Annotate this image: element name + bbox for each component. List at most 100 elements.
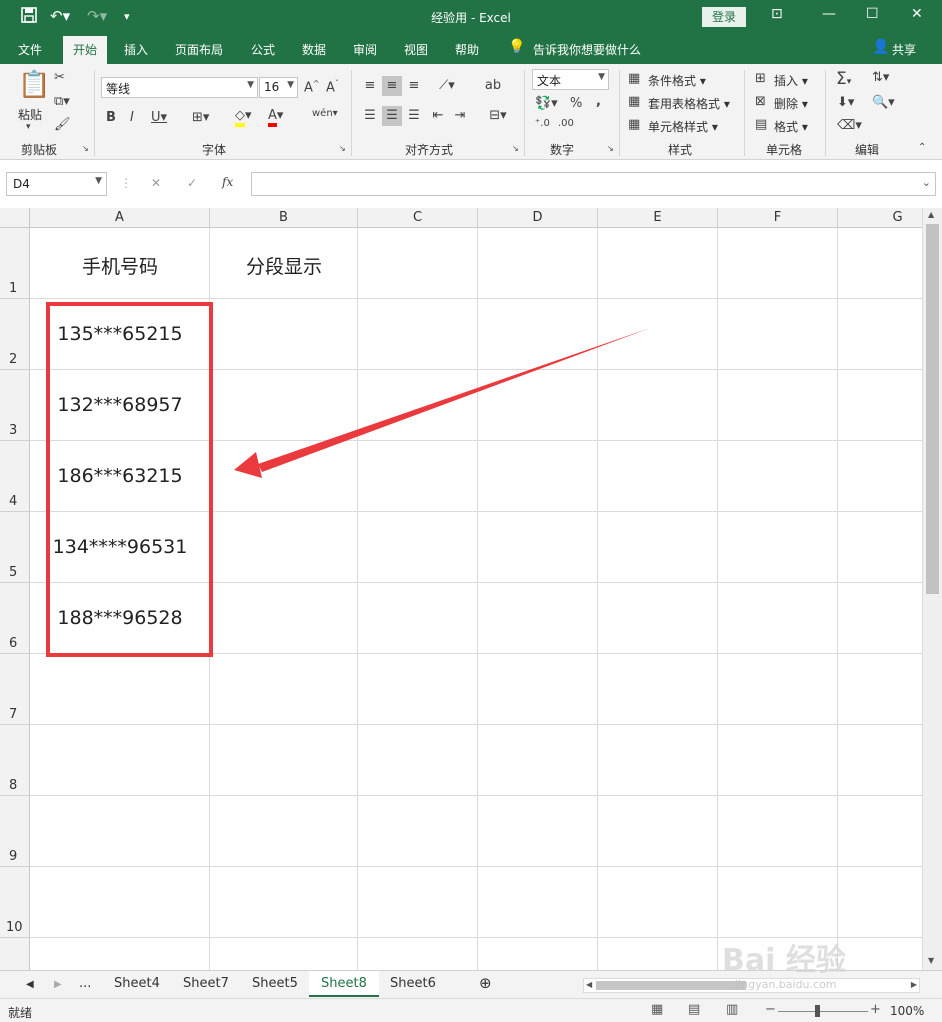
decrease-indent-icon[interactable]: ⇤ (428, 106, 448, 126)
align-middle-icon[interactable]: ≡ (382, 76, 402, 96)
zoom-in-icon[interactable]: + (870, 1002, 881, 1017)
clipboard-launcher-icon[interactable]: ↘ (82, 144, 89, 153)
number-launcher-icon[interactable]: ↘ (607, 144, 614, 153)
tab-page-layout[interactable]: 页面布局 (175, 41, 223, 58)
cancel-icon[interactable]: ✕ (151, 176, 161, 190)
tell-me-search[interactable]: 告诉我你想要做什么 (533, 41, 641, 58)
paste-dropdown-icon[interactable]: ▾ (26, 122, 31, 132)
formula-input[interactable]: ⌄ (251, 172, 936, 196)
phonetic-icon[interactable]: wén▾ (312, 108, 338, 119)
merge-center-icon[interactable]: ⊟▾ (483, 106, 513, 126)
login-button[interactable]: 登录 (702, 7, 746, 27)
group-label-clipboard: 剪贴板 (21, 143, 58, 157)
paste-button[interactable]: 粘贴 (18, 106, 42, 123)
horizontal-scroll-thumb[interactable] (596, 981, 746, 990)
prev-sheet-icon[interactable]: ◀ (26, 979, 34, 990)
insert-cells-button[interactable]: 插入 ▾ (774, 72, 808, 89)
scroll-left-icon[interactable]: ◀ (586, 980, 592, 989)
fill-icon[interactable]: ⬇▾ (837, 95, 854, 110)
paste-icon[interactable]: 📋 (18, 70, 50, 100)
comma-style-icon[interactable]: , (596, 94, 601, 109)
font-name-combo[interactable]: 等线 ▼ (101, 77, 258, 98)
wrap-text-icon[interactable]: ab (483, 76, 503, 96)
ribbon-display-options-icon[interactable]: ⊡ (771, 6, 783, 22)
vertical-scrollbar[interactable]: ▲ ▼ (922, 208, 942, 970)
align-right-icon[interactable]: ☰ (404, 106, 424, 126)
cut-icon[interactable]: ✂ (54, 70, 65, 85)
delete-cells-button[interactable]: 删除 ▾ (774, 95, 808, 112)
align-bottom-icon[interactable]: ≡ (404, 76, 424, 96)
scroll-right-icon[interactable]: ▶ (911, 980, 917, 989)
tab-help[interactable]: 帮助 (455, 41, 479, 58)
zoom-slider-knob[interactable] (815, 1005, 820, 1017)
conditional-format-button[interactable]: 条件格式 ▾ (648, 72, 706, 89)
zoom-slider[interactable] (778, 1011, 868, 1012)
next-sheet-icon[interactable]: ▶ (54, 979, 62, 990)
collapse-ribbon-icon[interactable]: ⌃ (918, 142, 926, 153)
border-icon[interactable]: ⊞▾ (192, 110, 209, 125)
orientation-icon[interactable]: ⟋▾ (432, 76, 462, 96)
sheet-tab-sheet8[interactable]: Sheet8 (309, 971, 379, 997)
increase-decimal-icon[interactable]: ⁺.0 (535, 118, 550, 129)
font-size-combo[interactable]: 16 ▼ (259, 77, 298, 98)
format-cells-button[interactable]: 格式 ▾ (774, 118, 808, 135)
share-button[interactable]: 共享 (892, 41, 916, 58)
number-format-combo[interactable]: 文本 ▼ (532, 69, 609, 90)
zoom-out-icon[interactable]: − (765, 1002, 776, 1017)
maximize-icon[interactable]: ☐ (866, 6, 879, 22)
clear-icon[interactable]: ⌫▾ (837, 118, 862, 133)
format-painter-icon[interactable]: 🖌 (54, 117, 71, 132)
grip-icon: ⋮ (120, 176, 132, 190)
italic-icon[interactable]: I (130, 110, 134, 125)
autosum-icon[interactable]: Σ▾ (836, 69, 851, 89)
currency-icon[interactable]: 💱▾ (535, 96, 558, 111)
add-sheet-icon[interactable]: ⊕ (479, 974, 492, 992)
font-launcher-icon[interactable]: ↘ (339, 144, 346, 153)
minimize-icon[interactable]: — (822, 6, 836, 22)
sheet-tab-sheet6[interactable]: Sheet6 (390, 976, 436, 991)
page-layout-view-icon[interactable]: ▤ (688, 1002, 700, 1017)
align-left-icon[interactable]: ☰ (360, 106, 380, 126)
tab-review[interactable]: 审阅 (353, 41, 377, 58)
align-center-icon[interactable]: ☰ (382, 106, 402, 126)
sheet-tab-sheet5[interactable]: Sheet5 (252, 976, 298, 991)
alignment-launcher-icon[interactable]: ↘ (512, 144, 519, 153)
increase-font-icon[interactable]: A^ (304, 79, 320, 95)
scroll-down-icon[interactable]: ▼ (928, 956, 934, 965)
tab-formulas[interactable]: 公式 (251, 41, 275, 58)
cell-styles-button[interactable]: 单元格样式 ▾ (648, 118, 718, 135)
worksheet-grid[interactable]: A B C D E F G 1 2 3 4 5 6 7 8 9 10 手机号码 … (0, 208, 922, 970)
tab-file[interactable]: 文件 (18, 41, 42, 58)
tab-data[interactable]: 数据 (302, 41, 326, 58)
close-icon[interactable]: ✕ (911, 6, 923, 22)
normal-view-icon[interactable]: ▦ (651, 1002, 663, 1017)
zoom-level[interactable]: 100% (890, 1004, 924, 1018)
red-arrow-annotation (234, 328, 650, 478)
find-select-icon[interactable]: 🔍▾ (872, 95, 895, 110)
align-top-icon[interactable]: ≡ (360, 76, 380, 96)
page-break-view-icon[interactable]: ▥ (726, 1002, 738, 1017)
percent-icon[interactable]: % (570, 96, 582, 111)
enter-icon[interactable]: ✓ (187, 176, 197, 190)
font-color-icon[interactable]: A▾ (268, 108, 283, 127)
sheet-tab-sheet7[interactable]: Sheet7 (183, 976, 229, 991)
decrease-font-icon[interactable]: Aˇ (326, 79, 339, 95)
sort-filter-icon[interactable]: ⇅▾ (872, 70, 889, 85)
vertical-scroll-thumb[interactable] (926, 224, 939, 594)
format-as-table-button[interactable]: 套用表格格式 ▾ (648, 95, 730, 112)
sheet-tab-sheet4[interactable]: Sheet4 (114, 976, 160, 991)
name-box[interactable]: D4 ▼ (6, 172, 107, 196)
bold-icon[interactable]: B (106, 110, 116, 125)
tab-insert[interactable]: 插入 (124, 41, 148, 58)
tab-home[interactable]: 开始 (63, 36, 108, 64)
expand-formula-icon[interactable]: ⌄ (922, 176, 931, 189)
underline-icon[interactable]: U▾ (151, 110, 167, 125)
copy-icon[interactable]: ⧉▾ (54, 94, 70, 109)
decrease-decimal-icon[interactable]: .00 (558, 118, 574, 129)
scroll-up-icon[interactable]: ▲ (928, 210, 934, 219)
insert-function-icon[interactable]: fx (222, 175, 233, 189)
increase-indent-icon[interactable]: ⇥ (450, 106, 470, 126)
tab-view[interactable]: 视图 (404, 41, 428, 58)
fill-color-icon[interactable]: ◇▾ (235, 108, 252, 127)
more-sheets-button[interactable]: ... (79, 976, 91, 991)
